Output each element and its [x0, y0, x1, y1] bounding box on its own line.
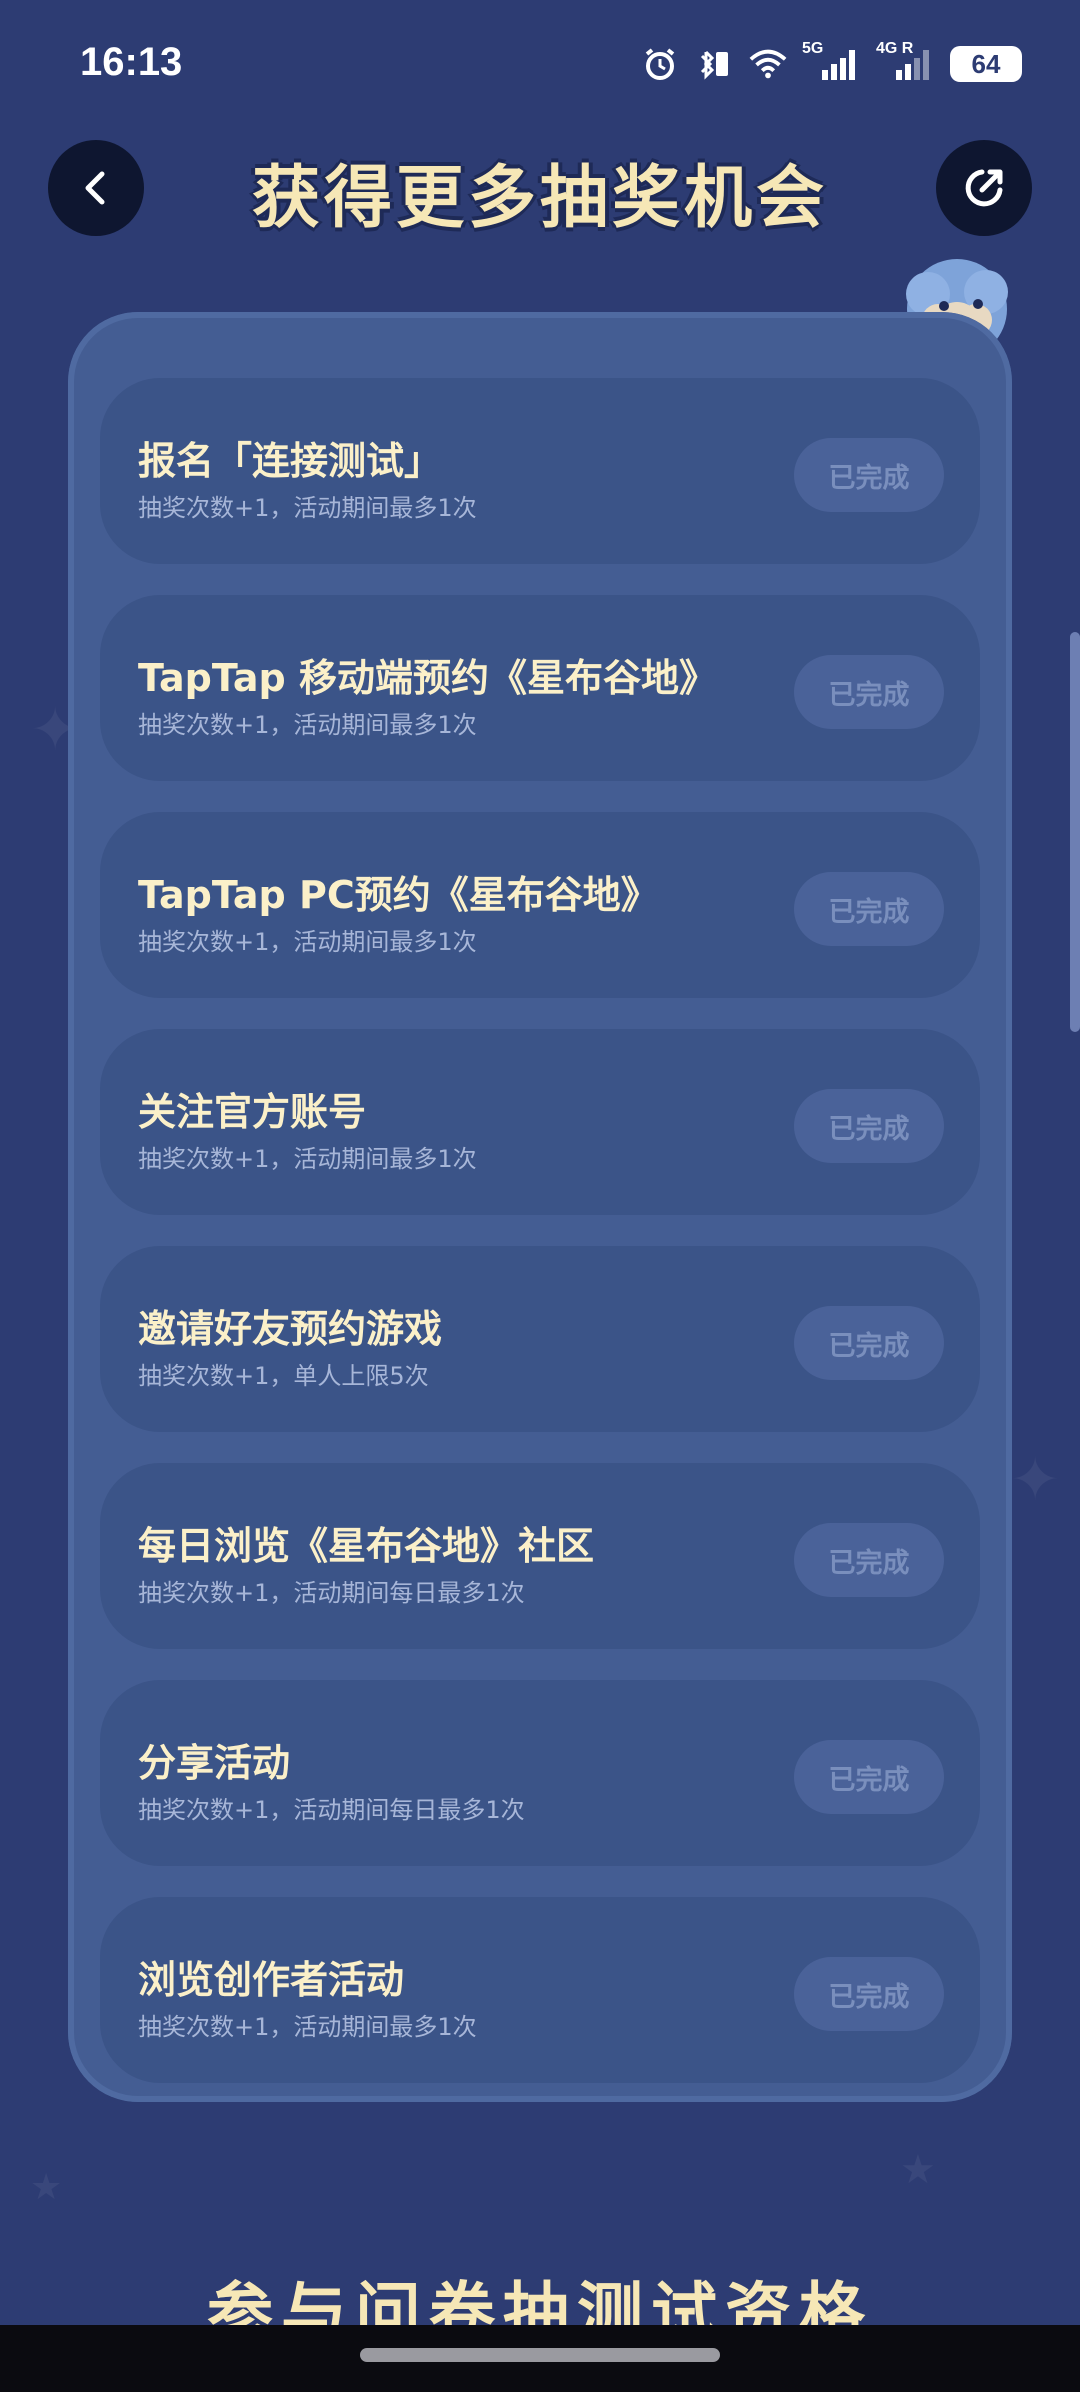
task-title: TapTap 移动端预约《星布谷地》 [138, 656, 717, 700]
task-item: TapTap PC预约《星布谷地》 抽奖次数+1，活动期间最多1次 已完成 [100, 812, 980, 998]
task-description: 抽奖次数+1，活动期间每日最多1次 [138, 1796, 525, 1824]
task-item: 每日浏览《星布谷地》社区 抽奖次数+1，活动期间每日最多1次 已完成 [100, 1463, 980, 1649]
page-title: 获得更多抽奖机会 [251, 159, 828, 238]
home-indicator[interactable] [360, 2348, 720, 2362]
task-description: 抽奖次数+1，活动期间最多1次 [138, 494, 477, 522]
task-completed-button[interactable]: 已完成 [794, 1306, 944, 1380]
task-completed-button[interactable]: 已完成 [794, 872, 944, 946]
share-button[interactable] [936, 140, 1032, 236]
task-completed-button[interactable]: 已完成 [794, 1957, 944, 2031]
signal-5g-icon: 5G [802, 40, 862, 84]
task-completed-button[interactable]: 已完成 [794, 1089, 944, 1163]
task-item: 分享活动 抽奖次数+1，活动期间每日最多1次 已完成 [100, 1680, 980, 1866]
task-title: 浏览创作者活动 [138, 1958, 405, 2002]
task-title: 报名「连接测试」 [138, 439, 443, 483]
task-completed-button[interactable]: 已完成 [794, 655, 944, 729]
task-list: 报名「连接测试」 抽奖次数+1，活动期间最多1次 已完成 TapTap 移动端预… [100, 378, 980, 2114]
wifi-icon [748, 44, 788, 84]
background-star-decoration: ✦ [1010, 1445, 1061, 1515]
status-icons: 5G 4G R 64 [640, 40, 1022, 86]
task-completed-button[interactable]: 已完成 [794, 438, 944, 512]
task-item: 邀请好友预约游戏 抽奖次数+1，单人上限5次 已完成 [100, 1246, 980, 1432]
status-bar: 16:13 5G 4G R 64 [0, 0, 1080, 130]
task-title: 邀请好友预约游戏 [138, 1307, 443, 1351]
background-star-decoration: ★ [30, 2167, 63, 2208]
background-star-decoration: ★ [900, 2147, 936, 2193]
status-time: 16:13 [80, 40, 183, 84]
task-panel: 报名「连接测试」 抽奖次数+1，活动期间最多1次 已完成 TapTap 移动端预… [68, 312, 1012, 2102]
share-icon [965, 169, 1003, 207]
signal-4g-icon: 4G R [876, 40, 936, 84]
alarm-icon [640, 44, 680, 84]
task-description: 抽奖次数+1，活动期间每日最多1次 [138, 1579, 525, 1607]
task-description: 抽奖次数+1，单人上限5次 [138, 1362, 429, 1390]
battery-icon: 64 [950, 46, 1022, 82]
task-description: 抽奖次数+1，活动期间最多1次 [138, 1145, 477, 1173]
task-item: TapTap 移动端预约《星布谷地》 抽奖次数+1，活动期间最多1次 已完成 [100, 595, 980, 781]
task-description: 抽奖次数+1，活动期间最多1次 [138, 2013, 477, 2041]
task-title: TapTap PC预约《星布谷地》 [138, 873, 659, 917]
task-completed-button[interactable]: 已完成 [794, 1523, 944, 1597]
task-description: 抽奖次数+1，活动期间最多1次 [138, 711, 477, 739]
task-title: 每日浏览《星布谷地》社区 [138, 1524, 595, 1568]
task-title: 分享活动 [138, 1741, 291, 1785]
task-item: 浏览创作者活动 抽奖次数+1，活动期间最多1次 已完成 [100, 1897, 980, 2083]
task-title: 关注官方账号 [138, 1090, 367, 1134]
bluetooth-vibrate-icon [694, 44, 734, 84]
scrollbar[interactable] [1070, 632, 1080, 1032]
task-description: 抽奖次数+1，活动期间最多1次 [138, 928, 477, 956]
task-item: 报名「连接测试」 抽奖次数+1，活动期间最多1次 已完成 [100, 378, 980, 564]
task-completed-button[interactable]: 已完成 [794, 1740, 944, 1814]
task-item: 关注官方账号 抽奖次数+1，活动期间最多1次 已完成 [100, 1029, 980, 1215]
